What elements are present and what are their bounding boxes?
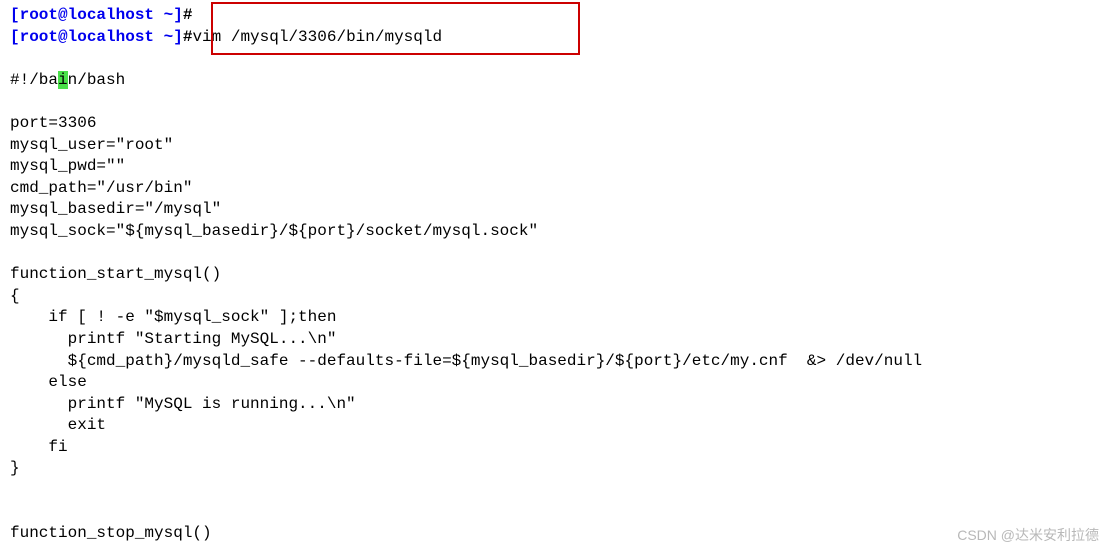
script-line[interactable]: mysql_basedir="/mysql"	[10, 199, 1107, 221]
blank-line	[10, 91, 1107, 113]
watermark-text: CSDN @达米安利拉德	[957, 525, 1099, 545]
shell-prompt: [root@localhost ~]	[10, 28, 183, 46]
blank-line	[10, 48, 1107, 70]
prompt-line-truncated: [root@localhost ~]#	[10, 5, 1107, 27]
terminal-output: [root@localhost ~]# [root@localhost ~]#v…	[10, 5, 1107, 545]
script-line[interactable]: mysql_pwd=""	[10, 156, 1107, 178]
script-line[interactable]: {	[10, 286, 1107, 308]
shell-prompt: [root@localhost ~]	[10, 6, 183, 24]
cursor: i	[58, 71, 68, 89]
prompt-line-command[interactable]: [root@localhost ~]#vim /mysql/3306/bin/m…	[10, 27, 1107, 49]
script-line[interactable]: }	[10, 458, 1107, 480]
script-line[interactable]: function_start_mysql()	[10, 264, 1107, 286]
script-line[interactable]: else	[10, 372, 1107, 394]
script-line[interactable]: printf "Starting MySQL...\n"	[10, 329, 1107, 351]
script-line[interactable]: fi	[10, 437, 1107, 459]
shebang-post: n/bash	[68, 71, 126, 89]
prompt-hash: #	[183, 28, 193, 46]
script-line[interactable]: exit	[10, 415, 1107, 437]
vim-command: vim /mysql/3306/bin/mysqld	[192, 28, 442, 46]
script-line[interactable]: function_stop_mysql()	[10, 523, 1107, 545]
shebang-line[interactable]: #!/bain/bash	[10, 70, 1107, 92]
script-line[interactable]: mysql_user="root"	[10, 135, 1107, 157]
script-line[interactable]: if [ ! -e "$mysql_sock" ];then	[10, 307, 1107, 329]
prompt-hash: #	[183, 6, 193, 24]
blank-line	[10, 243, 1107, 265]
blank-line	[10, 480, 1107, 502]
script-line[interactable]: mysql_sock="${mysql_basedir}/${port}/soc…	[10, 221, 1107, 243]
shebang-pre: #!/ba	[10, 71, 58, 89]
script-line[interactable]: cmd_path="/usr/bin"	[10, 178, 1107, 200]
script-line[interactable]: ${cmd_path}/mysqld_safe --defaults-file=…	[10, 351, 1107, 373]
script-line[interactable]: port=3306	[10, 113, 1107, 135]
script-line[interactable]: printf "MySQL is running...\n"	[10, 394, 1107, 416]
blank-line	[10, 502, 1107, 524]
